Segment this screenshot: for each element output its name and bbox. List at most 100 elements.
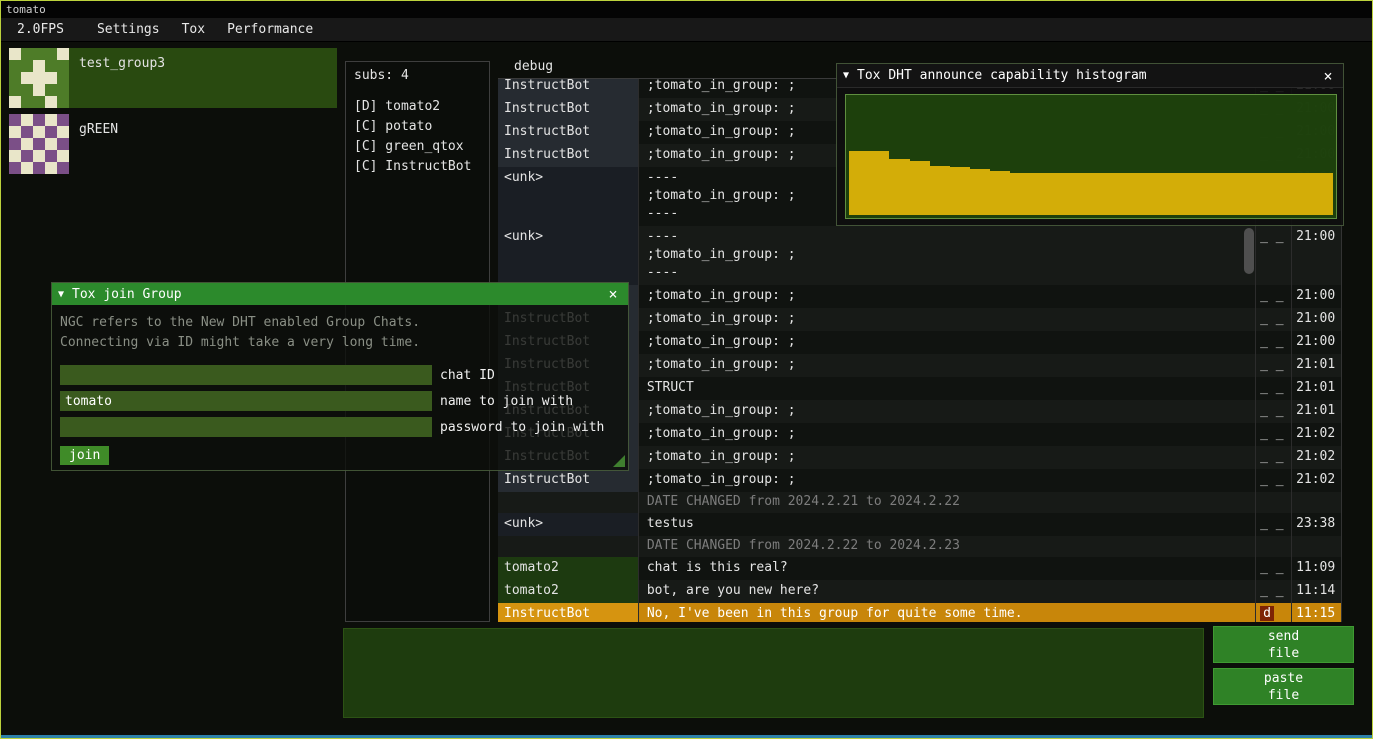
date-changed-row[interactable]: DATE CHANGED from 2024.2.21 to 2024.2.22 <box>498 492 1341 513</box>
paste-file-button[interactable]: paste file <box>1213 668 1354 705</box>
message-time: 21:02 <box>1291 423 1341 446</box>
message-flags <box>1255 536 1291 557</box>
chat-message-row[interactable]: InstructBot;tomato_in_group: ;_ _21:02 <box>498 469 1341 492</box>
group-item-test_group3[interactable]: test_group3 <box>9 48 337 108</box>
histogram-bar <box>1232 173 1252 215</box>
dht-histogram-titlebar[interactable]: ▼ Tox DHT announce capability histogram … <box>837 64 1343 88</box>
chat-message-row[interactable]: tomato2chat is this real?_ _11:09 <box>498 557 1341 580</box>
message-sender: InstructBot <box>498 603 638 622</box>
message-flags: _ _ <box>1255 557 1291 580</box>
subs-header: subs: 4 <box>354 68 489 83</box>
message-text: ;tomato_in_group: ; <box>638 400 1255 423</box>
message-flags: _ _ <box>1255 331 1291 354</box>
collapse-arrow-icon[interactable]: ▼ <box>58 289 64 300</box>
join-name-label: name to join with <box>440 394 573 409</box>
message-flags: _ _ <box>1255 446 1291 469</box>
histogram-bar <box>889 159 909 215</box>
message-flags: _ _ <box>1255 423 1291 446</box>
message-sender: tomato2 <box>498 580 638 603</box>
message-flags: _ _ <box>1255 513 1291 536</box>
message-flags <box>1255 492 1291 513</box>
menu-tox[interactable]: Tox <box>171 19 216 40</box>
message-flags: _ _ <box>1255 308 1291 331</box>
join-button[interactable]: join <box>60 446 109 465</box>
message-text: No, I've been in this group for quite so… <box>638 603 1255 622</box>
subs-item[interactable]: [C] potato <box>354 117 489 137</box>
message-text: chat is this real? <box>638 557 1255 580</box>
date-changed-text: DATE CHANGED from 2024.2.22 to 2024.2.23 <box>638 536 1255 557</box>
histogram-bar <box>1172 173 1192 215</box>
close-icon[interactable]: × <box>604 285 622 303</box>
subs-item[interactable]: [C] green_qtox <box>354 137 489 157</box>
ngc-info-line-1: NGC refers to the New DHT enabled Group … <box>60 313 620 333</box>
message-time: 21:01 <box>1291 354 1341 377</box>
message-flags: _ _ <box>1255 226 1291 285</box>
histogram-bar <box>1293 173 1313 215</box>
menu-performance[interactable]: Performance <box>216 19 324 40</box>
menubar-items: SettingsToxPerformance <box>86 19 324 40</box>
histogram-bar <box>1252 173 1272 215</box>
dht-histogram-window: ▼ Tox DHT announce capability histogram … <box>836 63 1344 226</box>
message-time: 21:02 <box>1291 469 1341 492</box>
message-text: ----;tomato_in_group: ;---- <box>638 226 1255 285</box>
group-name: gREEN <box>79 114 118 137</box>
menu-settings[interactable]: Settings <box>86 19 171 40</box>
join-group-body: NGC refers to the New DHT enabled Group … <box>52 305 628 470</box>
date-changed-row[interactable]: DATE CHANGED from 2024.2.22 to 2024.2.23 <box>498 536 1341 557</box>
message-time: 21:00 <box>1291 308 1341 331</box>
delivered-flag: d <box>1260 606 1274 621</box>
menubar: 2.0FPS SettingsToxPerformance <box>1 18 1372 42</box>
chat-message-row[interactable]: <unk>----;tomato_in_group: ;----_ _21:00 <box>498 226 1341 285</box>
message-text: ;tomato_in_group: ; <box>638 285 1255 308</box>
message-flags: d <box>1255 603 1291 622</box>
message-input[interactable] <box>343 628 1204 718</box>
message-sender: tomato2 <box>498 557 638 580</box>
join-password-input[interactable] <box>60 417 432 437</box>
message-sender: InstructBot <box>498 144 638 167</box>
histogram-bar <box>1051 173 1071 215</box>
send-file-button[interactable]: send file <box>1213 626 1354 663</box>
collapse-arrow-icon[interactable]: ▼ <box>843 70 849 81</box>
message-text: bot, are you new here? <box>638 580 1255 603</box>
histogram-bar <box>1010 173 1030 215</box>
message-sender: InstructBot <box>498 98 638 121</box>
subs-item[interactable]: [D] tomato2 <box>354 97 489 117</box>
subs-item[interactable]: [C] InstructBot <box>354 157 489 177</box>
histogram-bar <box>1152 173 1172 215</box>
join-password-label: password to join with <box>440 420 604 435</box>
message-text: ;tomato_in_group: ; <box>638 308 1255 331</box>
histogram-bar <box>1131 173 1151 215</box>
chat-message-row[interactable]: tomato2bot, are you new here?_ _11:14 <box>498 580 1341 603</box>
chat-message-row[interactable]: InstructBotNo, I've been in this group f… <box>498 603 1341 622</box>
chat-id-input[interactable] <box>60 365 432 385</box>
message-time: 11:14 <box>1291 580 1341 603</box>
message-time: 21:02 <box>1291 446 1341 469</box>
histogram-bar <box>1111 173 1131 215</box>
message-sender <box>498 536 638 557</box>
message-sender: InstructBot <box>498 79 638 98</box>
message-time <box>1291 536 1341 557</box>
message-text: ;tomato_in_group: ; <box>638 354 1255 377</box>
histogram-plot[interactable] <box>845 94 1337 219</box>
group-item-gREEN[interactable]: gREEN <box>9 114 337 174</box>
message-flags: _ _ <box>1255 400 1291 423</box>
chat-scrollbar-thumb[interactable] <box>1244 228 1254 274</box>
join-group-titlebar[interactable]: ▼ Tox join Group × <box>52 283 628 305</box>
join-name-input[interactable] <box>60 391 432 411</box>
tab-debug[interactable]: debug <box>498 56 553 78</box>
subs-list: [D] tomato2[C] potato[C] green_qtox[C] I… <box>354 97 489 177</box>
fps-counter: 2.0FPS <box>9 19 72 40</box>
histogram-bar <box>869 151 889 215</box>
histogram-bar <box>950 167 970 215</box>
close-icon[interactable]: × <box>1319 67 1337 85</box>
message-text: ;tomato_in_group: ; <box>638 446 1255 469</box>
message-text: ;tomato_in_group: ; <box>638 469 1255 492</box>
group-avatar <box>9 114 69 174</box>
resize-grip[interactable] <box>613 455 625 467</box>
histogram-bar <box>930 166 950 215</box>
chat-message-row[interactable]: <unk>testus_ _23:38 <box>498 513 1341 536</box>
bottom-edge-strip <box>1 735 1372 738</box>
histogram-bar <box>1071 173 1091 215</box>
histogram-bar <box>910 161 930 215</box>
histogram-bar <box>1212 173 1232 215</box>
